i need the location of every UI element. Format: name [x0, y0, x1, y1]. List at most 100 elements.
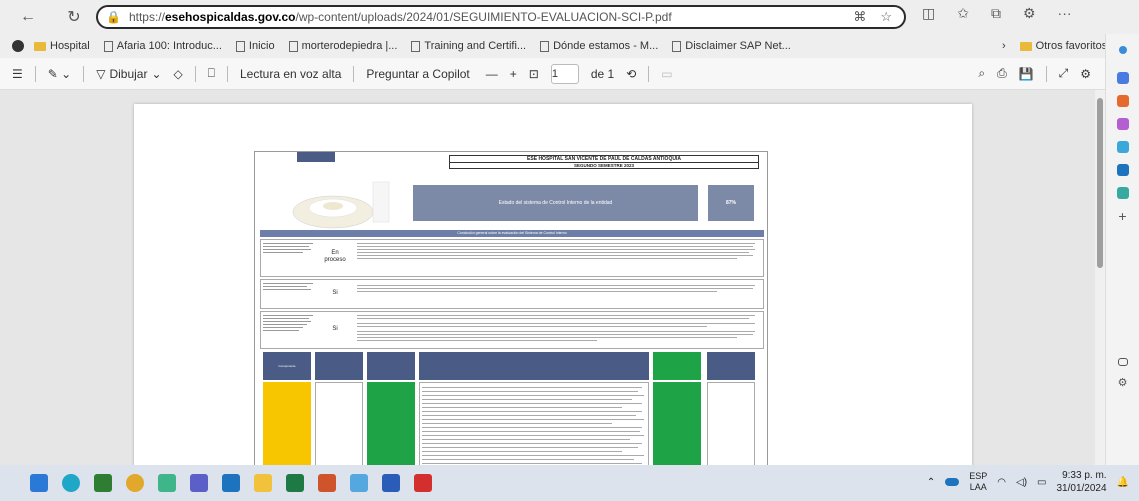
- outlook-icon[interactable]: [222, 474, 240, 492]
- row-text: [357, 283, 757, 297]
- games-icon[interactable]: [1116, 141, 1129, 153]
- page-icon: [672, 40, 682, 52]
- fit-page-icon[interactable]: ⊡: [529, 67, 539, 81]
- favorite-star-icon[interactable]: ☆: [880, 9, 892, 25]
- highlight-icon[interactable]: ✎ ⌄: [48, 67, 71, 81]
- divider: [226, 65, 228, 82]
- tools-icon[interactable]: [1116, 118, 1129, 130]
- chevron-up-icon[interactable]: ⌃: [927, 477, 935, 488]
- more-menu-icon[interactable]: ···: [1058, 5, 1072, 22]
- refresh-icon[interactable]: ↻: [60, 3, 88, 31]
- url-prefix: https://: [128, 10, 165, 24]
- divider: [194, 65, 196, 82]
- bookmark-afaria[interactable]: Afaria 100: Introduc...: [103, 40, 222, 52]
- extensions-icon[interactable]: ⚙: [1023, 5, 1036, 22]
- doc-subtitle: SEGUNDO SEMESTRE 2023: [449, 162, 759, 169]
- page-view-icon[interactable]: ▭: [661, 67, 672, 81]
- app-icon[interactable]: [94, 474, 112, 492]
- text-lines: [357, 315, 755, 341]
- column-body: [653, 382, 701, 465]
- volume-icon[interactable]: ◁): [1016, 477, 1027, 488]
- settings-icon[interactable]: ⚙: [1080, 67, 1091, 81]
- scrollbar-thumb[interactable]: [1097, 98, 1103, 268]
- app-icon[interactable]: [350, 474, 368, 492]
- divider: [34, 65, 36, 82]
- reader-mode-icon[interactable]: ⌘: [853, 9, 866, 25]
- copilot-icon[interactable]: [1116, 72, 1129, 84]
- save-icon[interactable]: 💾: [1019, 67, 1034, 81]
- bookmark-morterodepiedra[interactable]: morterodepiedra |...: [288, 40, 397, 52]
- teams-icon[interactable]: [190, 474, 208, 492]
- rotate-icon[interactable]: ⟲: [626, 67, 636, 81]
- split-screen-icon[interactable]: ◫: [922, 5, 935, 22]
- bookmark-inicio[interactable]: Inicio: [235, 40, 275, 52]
- sidebar-toggle-icon[interactable]: [1117, 358, 1128, 366]
- column-nivel-2: [653, 352, 701, 465]
- vertical-scrollbar[interactable]: [1095, 90, 1105, 465]
- bookmarks-app-icon: [12, 40, 24, 52]
- powerpoint-icon[interactable]: [318, 474, 336, 492]
- page-icon: [103, 40, 113, 52]
- contents-icon[interactable]: ☰: [12, 67, 23, 81]
- wifi-icon[interactable]: ◠: [997, 477, 1006, 488]
- pdf-toolbar: ☰ ✎ ⌄ ▽ Dibujar ⌄ ◇ ⎕ Lectura en voz alta …: [0, 58, 1105, 90]
- ask-copilot-button[interactable]: Preguntar a Copilot: [366, 67, 469, 81]
- drop-icon[interactable]: [1116, 187, 1129, 199]
- page-number-input[interactable]: 1: [550, 63, 579, 84]
- zoom-in-icon[interactable]: +: [510, 67, 517, 81]
- doc-header-box: [297, 152, 335, 162]
- zoom-out-icon[interactable]: —: [486, 67, 498, 81]
- notifications-icon[interactable]: 🔔: [1117, 477, 1129, 488]
- column-body: [707, 382, 755, 465]
- eraser-icon[interactable]: ◇: [174, 67, 183, 81]
- draw-icon: ▽: [96, 66, 106, 81]
- sidebar-settings-icon[interactable]: ⚙: [1117, 377, 1129, 389]
- bookmark-hospital[interactable]: Hospital: [34, 40, 90, 52]
- fullscreen-icon[interactable]: ⤢: [1059, 66, 1069, 81]
- app-icon[interactable]: [158, 474, 176, 492]
- search-sidebar-icon[interactable]: [1118, 46, 1127, 54]
- search-icon[interactable]: ⌕: [978, 66, 985, 81]
- bookmark-training[interactable]: Training and Certifi...: [411, 40, 526, 52]
- column-nivel: [367, 352, 415, 465]
- back-icon[interactable]: ←: [14, 3, 42, 31]
- column-requisitos: [315, 352, 363, 465]
- divider: [1045, 65, 1047, 82]
- acrobat-icon[interactable]: [414, 474, 432, 492]
- document-table: ESE HOSPITAL SAN VICENTE DE PAUL DE CALD…: [254, 151, 768, 465]
- bookmark-disclaimer[interactable]: Disclaimer SAP Net...: [672, 40, 791, 52]
- word-icon[interactable]: [382, 474, 400, 492]
- read-aloud-button[interactable]: Lectura en voz alta: [240, 67, 341, 81]
- chrome-icon[interactable]: [126, 474, 144, 492]
- print-icon[interactable]: ⎙: [997, 66, 1007, 81]
- clock[interactable]: 9:33 p. m. 31/01/2024: [1056, 469, 1106, 495]
- windows-taskbar: ⌃ ESP LAA ◠ ◁) ▭ 9:33 p. m. 31/01/2024 🔔: [0, 465, 1139, 501]
- column-header: [367, 352, 415, 380]
- shopping-icon[interactable]: [1116, 95, 1129, 107]
- address-bar[interactable]: 🔒 https://esehospicaldas.gov.co/wp-conte…: [96, 5, 906, 29]
- page-icon: [411, 40, 421, 52]
- edge-browser-icon[interactable]: [62, 474, 80, 492]
- excel-icon[interactable]: [286, 474, 304, 492]
- add-icon[interactable]: +: [1117, 209, 1129, 223]
- column-header: [707, 352, 755, 380]
- language-indicator[interactable]: ESP LAA: [969, 471, 987, 493]
- onedrive-icon[interactable]: [945, 478, 960, 486]
- pdf-viewport[interactable]: ESE HOSPITAL SAN VICENTE DE PAUL DE CALD…: [0, 90, 1105, 465]
- favorites-icon[interactable]: ✩: [957, 5, 969, 22]
- bookmark-donde-estamos[interactable]: Dónde estamos - M...: [540, 40, 658, 52]
- conclusion-section-bar: Conclusión general sobre la evaluación d…: [260, 230, 764, 237]
- battery-icon[interactable]: ▭: [1037, 477, 1046, 488]
- page-total: de 1: [590, 66, 615, 81]
- row-question: [263, 283, 315, 297]
- draw-button[interactable]: ▽ Dibujar ⌄: [96, 67, 161, 81]
- edge-sidebar: + ⚙: [1105, 34, 1139, 465]
- divider: [83, 65, 85, 82]
- windows-start-icon[interactable]: [30, 474, 48, 492]
- file-explorer-icon[interactable]: [254, 474, 272, 492]
- office-icon[interactable]: [1116, 164, 1129, 176]
- other-favorites[interactable]: › Otros favoritos: [1002, 40, 1107, 52]
- text-box-icon[interactable]: ⎕: [208, 66, 215, 81]
- page-icon: [288, 40, 298, 52]
- collections-icon[interactable]: ⧉: [991, 5, 1001, 22]
